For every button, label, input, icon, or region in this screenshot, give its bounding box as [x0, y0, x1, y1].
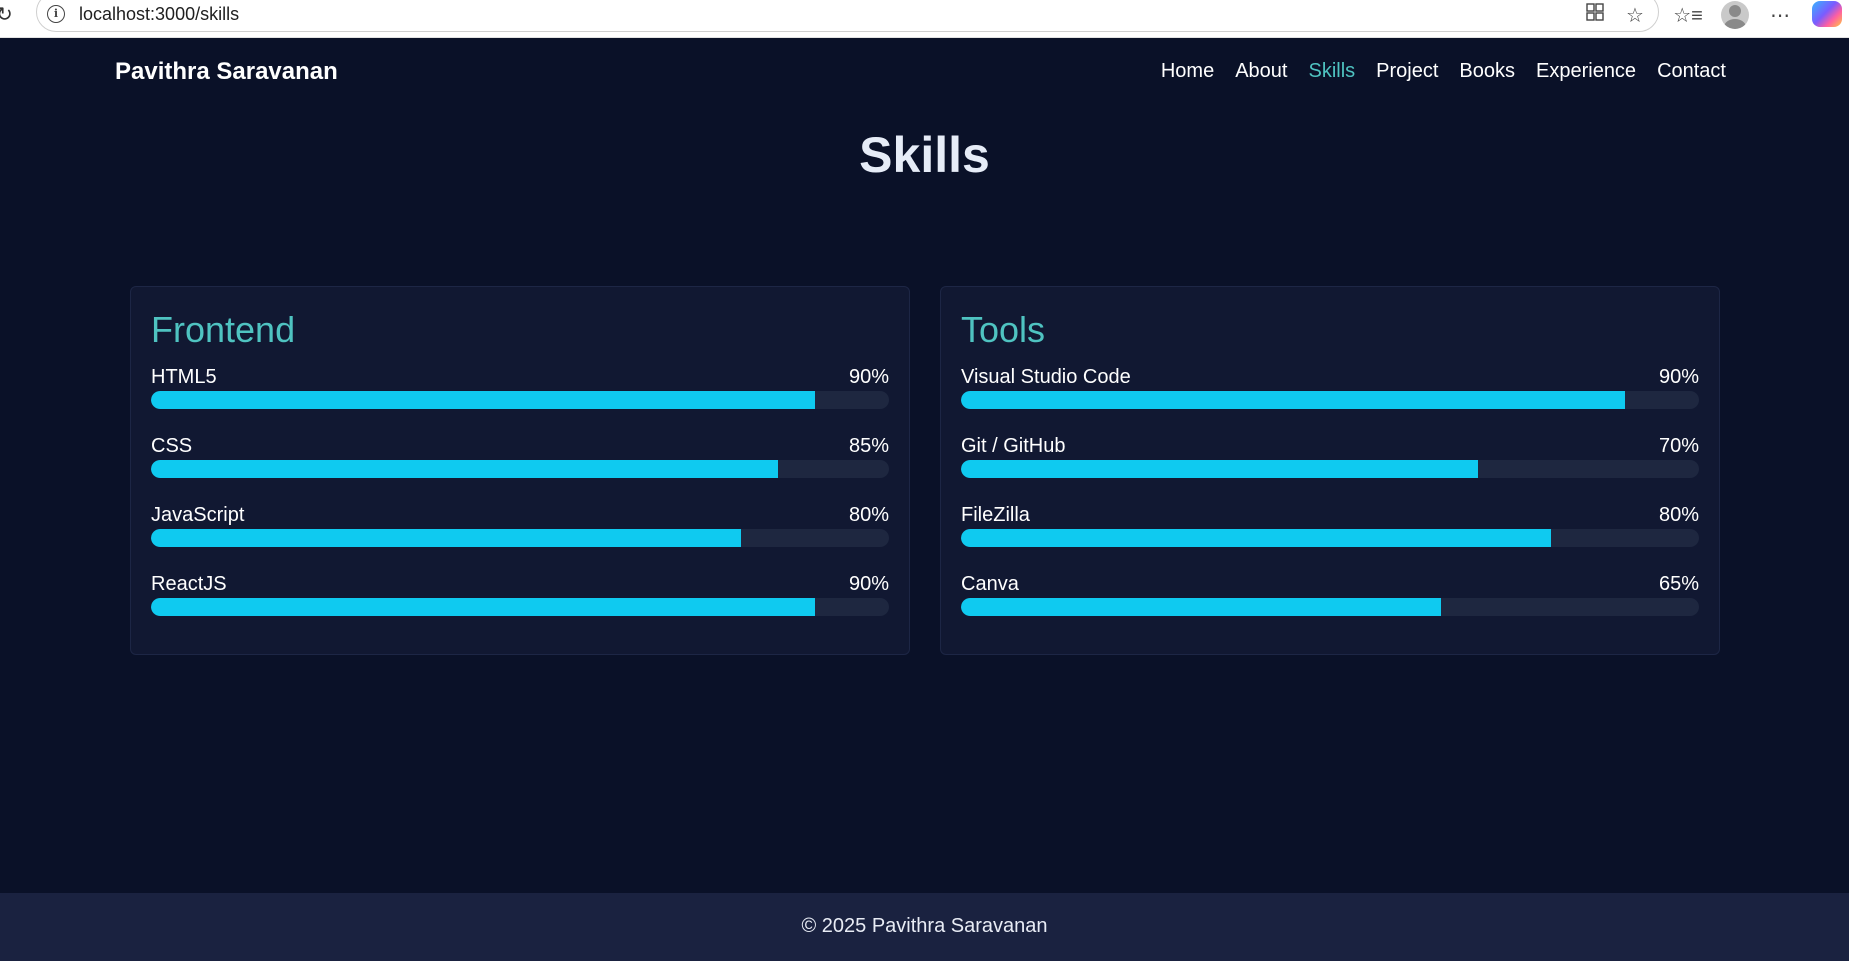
progress-fill [961, 529, 1552, 547]
skill-percent: 65% [1658, 573, 1699, 595]
progress-track [961, 460, 1699, 478]
app-grid-icon[interactable] [1579, 2, 1611, 30]
frontend-card: Frontend HTML5 90% CSS 85% JavaScript 80% R… [130, 286, 910, 655]
tools-card: Tools Visual Studio Code 90% Git / GitHub… [940, 286, 1720, 655]
progress-track [961, 391, 1699, 409]
main-nav: Home About Skills Project Books Experien… [1161, 60, 1726, 83]
skill-item: HTML5 90% [151, 365, 889, 409]
skill-item: Git / GitHub 70% [961, 434, 1699, 478]
favorite-star-icon[interactable]: ☆ [1619, 2, 1651, 30]
skill-name: JavaScript [151, 504, 245, 526]
card-title: Frontend [151, 309, 296, 350]
nav-home[interactable]: Home [1161, 60, 1214, 83]
progress-track [151, 391, 889, 409]
page-title: Skills [859, 127, 990, 183]
progress-track [961, 598, 1699, 616]
url-text[interactable]: localhost:3000/skills [79, 4, 239, 25]
progress-fill [151, 598, 816, 616]
browser-toolbar: ↻ i localhost:3000/skills ☆ ☆≡ ⋯ [0, 0, 1849, 38]
progress-fill [961, 460, 1478, 478]
progress-fill [151, 460, 779, 478]
skill-name: Git / GitHub [961, 435, 1066, 457]
nav-about[interactable]: About [1235, 60, 1287, 83]
copilot-icon[interactable] [1812, 1, 1842, 27]
skill-name: CSS [151, 435, 193, 457]
skill-percent: 70% [1658, 435, 1699, 457]
progress-track [151, 460, 889, 478]
skill-name: Visual Studio Code [961, 366, 1131, 388]
skill-name: HTML5 [151, 366, 217, 388]
progress-fill [151, 529, 742, 547]
skill-percent: 85% [848, 435, 889, 457]
card-title: Tools [961, 309, 1046, 350]
skill-percent: 90% [848, 366, 889, 388]
profile-avatar-icon[interactable] [1721, 1, 1749, 29]
footer-copyright: © 2025 Pavithra Saravanan [801, 915, 1048, 937]
nav-skills[interactable]: Skills [1308, 60, 1355, 83]
skill-name: FileZilla [961, 504, 1030, 526]
site-brand[interactable]: Pavithra Saravanan [115, 58, 338, 86]
page: Pavithra Saravanan Home About Skills Pro… [0, 38, 1849, 961]
progress-fill [151, 391, 816, 409]
skill-item: ReactJS 90% [151, 572, 889, 616]
progress-track [151, 598, 889, 616]
nav-contact[interactable]: Contact [1657, 60, 1726, 83]
nav-books[interactable]: Books [1459, 60, 1515, 83]
nav-experience[interactable]: Experience [1536, 60, 1636, 83]
skill-name: Canva [961, 573, 1019, 595]
skill-item: FileZilla 80% [961, 503, 1699, 547]
favorites-list-icon[interactable]: ☆≡ [1672, 2, 1704, 30]
progress-fill [961, 598, 1441, 616]
info-icon[interactable]: i [47, 5, 65, 23]
progress-fill [961, 391, 1626, 409]
nav-project[interactable]: Project [1376, 60, 1438, 83]
skill-percent: 80% [848, 504, 889, 526]
progress-track [151, 529, 889, 547]
skill-item: JavaScript 80% [151, 503, 889, 547]
reload-icon[interactable]: ↻ [0, 4, 18, 26]
address-bar[interactable]: i localhost:3000/skills [36, 0, 1659, 32]
progress-track [961, 529, 1699, 547]
skill-item: Canva 65% [961, 572, 1699, 616]
site-footer: © 2025 Pavithra Saravanan [0, 893, 1849, 961]
skill-item: CSS 85% [151, 434, 889, 478]
more-icon[interactable]: ⋯ [1764, 2, 1796, 30]
skill-percent: 90% [848, 573, 889, 595]
skill-percent: 80% [1658, 504, 1699, 526]
skill-item: Visual Studio Code 90% [961, 365, 1699, 409]
skill-name: ReactJS [151, 573, 227, 595]
skill-percent: 90% [1658, 366, 1699, 388]
